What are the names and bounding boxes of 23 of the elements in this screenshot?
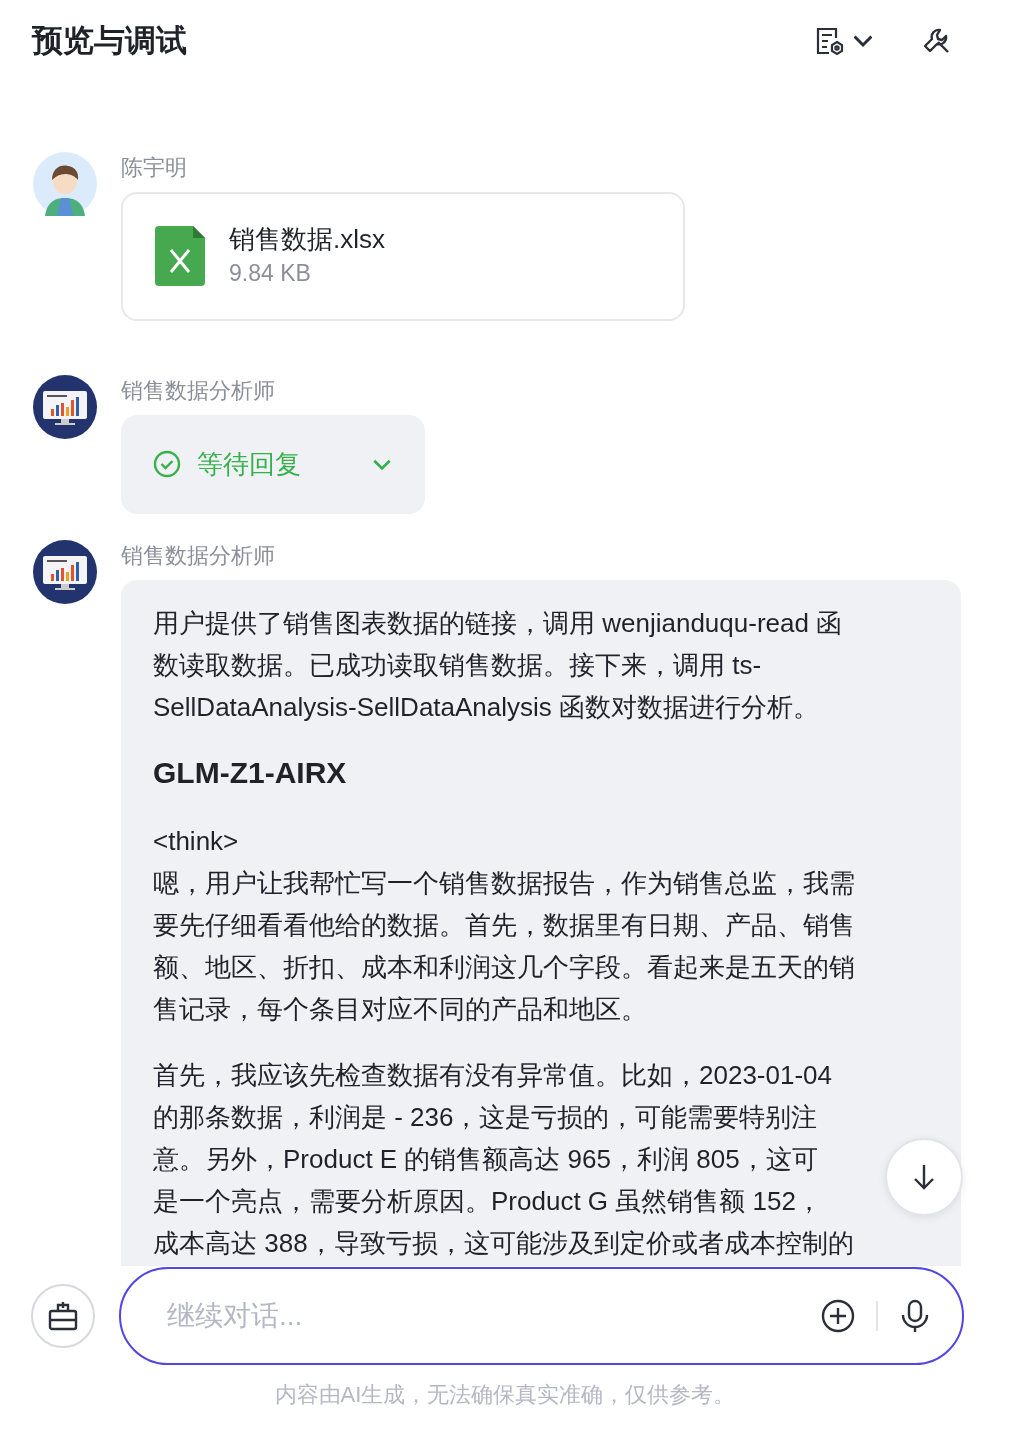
file-size: 9.84 KB: [229, 259, 312, 288]
add-button[interactable]: [820, 1298, 856, 1334]
check-circle-icon: [153, 450, 181, 478]
page-title: 预览与调试: [32, 21, 187, 60]
monitor-avatar: [33, 539, 97, 604]
spreadsheet-icon: [155, 226, 205, 287]
sender-name: 销售数据分析师: [121, 376, 276, 405]
message-paragraph: <think> 嗯，用户让我帮忙写一个销售数据报告，作为销售总监，我需 要先仔细看看他给的数据。首先，数据里有日期、产品、销售 额、地区、折扣、成本和利润这几个字段。看起来是五天的销 售记录，每个条目对应不同的产品和地区。: [153, 824, 855, 1026]
message-heading: GLM-Z1-AIRX: [153, 754, 348, 791]
disclaimer-text: 内容由AI生成，无法确保真实准确，仅供参考。: [273, 1381, 737, 1409]
file-name: 销售数据.xlsx: [229, 223, 385, 256]
plus-circle-icon: [820, 1298, 856, 1334]
message-input-field[interactable]: 继续对话...: [119, 1267, 964, 1365]
caret-icon: [854, 35, 872, 47]
sender-name: 销售数据分析师: [121, 541, 276, 570]
message-input[interactable]: 继续对话...: [165, 1294, 820, 1338]
user-avatar: [33, 152, 97, 216]
toolbox-icon: [46, 1299, 80, 1333]
message-paragraph: 用户提供了销售图表数据的链接，调用 wenjianduqu-read 函 数读取数据。已成功读取销售数据。接下来，调用 ts- SellDataAnalysis-SellDataAnalysis 函数对数据进行分析。: [153, 606, 843, 724]
message-paragraph: 首先，我应该先检查数据有没有异常值。比如，2023-01-04 的那条数据，利润是 - 236，这是亏损的，可能需要特别注 意。另外，Product E 的销售额高达 965，利润 805，这可 是一个亮点，需要分析原因。Product G 虽然销售额 152， 成本高达 388，导致亏损，这可能涉及到定价或者成本控制的: [153, 1058, 854, 1260]
status-toggle[interactable]: 等待回复: [121, 414, 425, 514]
monitor-avatar: [33, 374, 97, 439]
sender-name: 陈宇明: [121, 154, 188, 182]
